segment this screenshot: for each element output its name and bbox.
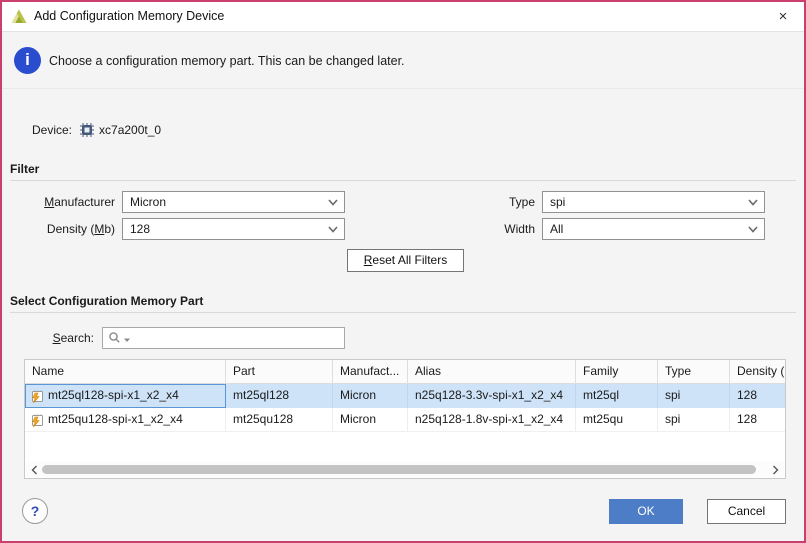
manufacturer-select[interactable]: Micron — [122, 191, 345, 213]
device-value: xc7a200t_0 — [99, 123, 161, 137]
search-options-caret-icon[interactable] — [123, 337, 131, 343]
vivado-logo-icon — [10, 8, 28, 26]
table-cell: spi — [658, 384, 730, 408]
search-box — [102, 327, 345, 349]
density-select[interactable]: 128 — [122, 218, 345, 240]
manufacturer-value: Micron — [130, 195, 166, 209]
help-button[interactable]: ? — [22, 498, 48, 524]
search-icon — [108, 331, 122, 345]
scroll-right-icon[interactable] — [769, 464, 781, 476]
cancel-button[interactable]: Cancel — [707, 499, 786, 524]
filter-heading: Filter — [10, 162, 796, 181]
column-header[interactable]: Density (. — [730, 360, 786, 384]
add-config-memory-dialog: Add Configuration Memory Device × i Choo… — [0, 0, 806, 543]
banner-message: Choose a configuration memory part. This… — [49, 33, 405, 89]
width-select[interactable]: All — [542, 218, 765, 240]
dialog-title: Add Configuration Memory Device — [34, 2, 224, 31]
manufacturer-label: Manufacturer — [10, 191, 115, 213]
table-cell: mt25qu — [576, 408, 658, 432]
table-cell: 128 — [730, 408, 786, 432]
memory-part-icon — [29, 413, 44, 427]
table-cell: Micron — [333, 408, 408, 432]
table-row[interactable]: mt25ql128-spi-x1_x2_x4mt25ql128Micronn25… — [25, 384, 785, 408]
horizontal-scrollbar[interactable] — [26, 462, 784, 477]
select-part-heading: Select Configuration Memory Part — [10, 294, 796, 313]
table-body: mt25ql128-spi-x1_x2_x4mt25ql128Micronn25… — [25, 384, 785, 432]
density-label: Density (Mb) — [10, 218, 115, 240]
density-value: 128 — [130, 222, 150, 236]
type-select[interactable]: spi — [542, 191, 765, 213]
table-header: NamePartManufact...AliasFamilyTypeDensit… — [25, 360, 785, 384]
table-cell: spi — [658, 408, 730, 432]
column-header[interactable]: Name — [25, 360, 226, 384]
reset-all-filters-button[interactable]: Reset All Filters — [347, 249, 464, 272]
memory-part-icon — [29, 389, 44, 403]
table-cell: n25q128-1.8v-spi-x1_x2_x4 — [408, 408, 576, 432]
table-cell: mt25qu128 — [226, 408, 333, 432]
memory-part-table: NamePartManufact...AliasFamilyTypeDensit… — [24, 359, 786, 479]
table-row[interactable]: mt25qu128-spi-x1_x2_x4mt25qu128Micronn25… — [25, 408, 785, 432]
device-row: Device: xc7a200t_0 — [32, 122, 161, 138]
device-label: Device: — [32, 123, 72, 137]
type-value: spi — [550, 195, 565, 209]
part-name-cell: mt25ql128-spi-x1_x2_x4 — [25, 384, 226, 408]
column-header[interactable]: Alias — [408, 360, 576, 384]
search-input[interactable] — [133, 329, 344, 347]
column-header[interactable]: Family — [576, 360, 658, 384]
chevron-down-icon — [328, 226, 338, 233]
info-icon: i — [14, 47, 41, 74]
info-banner: i Choose a configuration memory part. Th… — [2, 33, 804, 89]
chevron-down-icon — [328, 199, 338, 206]
table-cell: 128 — [730, 384, 786, 408]
column-header[interactable]: Part — [226, 360, 333, 384]
chevron-down-icon — [748, 226, 758, 233]
width-value: All — [550, 222, 563, 236]
table-cell: mt25ql128 — [226, 384, 333, 408]
scroll-left-icon[interactable] — [29, 464, 41, 476]
width-label: Width — [422, 218, 535, 240]
table-cell: n25q128-3.3v-spi-x1_x2_x4 — [408, 384, 576, 408]
close-icon[interactable]: × — [772, 7, 794, 27]
table-cell: mt25ql — [576, 384, 658, 408]
search-label: Search: — [10, 327, 94, 349]
column-header[interactable]: Type — [658, 360, 730, 384]
title-bar: Add Configuration Memory Device × — [2, 2, 804, 32]
part-name-cell: mt25qu128-spi-x1_x2_x4 — [25, 408, 226, 432]
scrollbar-thumb[interactable] — [42, 465, 756, 474]
fpga-chip-icon — [80, 123, 94, 137]
table-cell: Micron — [333, 384, 408, 408]
chevron-down-icon — [748, 199, 758, 206]
ok-button[interactable]: OK — [609, 499, 683, 524]
column-header[interactable]: Manufact... — [333, 360, 408, 384]
type-label: Type — [422, 191, 535, 213]
